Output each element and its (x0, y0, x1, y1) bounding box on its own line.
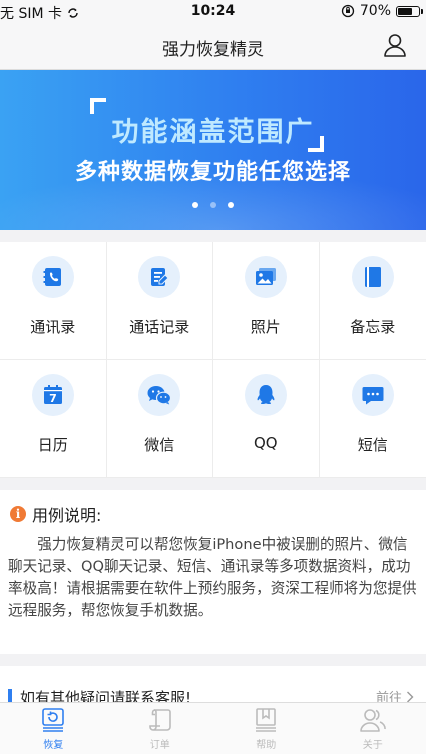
feature-label: QQ (253, 434, 278, 452)
tab-label: 订单 (149, 740, 170, 751)
tab-recover[interactable]: 恢复 (0, 703, 107, 754)
call-log-icon (151, 268, 169, 286)
help-icon (256, 708, 277, 732)
contact-go-link[interactable]: 前往 (376, 687, 414, 702)
feature-grid: 通讯录 通话记录 照片 备忘录 7 日历 微信 QQ 短信 (0, 242, 426, 478)
battery-fill (398, 7, 412, 15)
navigation-bar: 强力恢复精灵 (0, 22, 426, 70)
feature-label: 照片 (250, 318, 281, 336)
status-bar: 无 SIM 卡 10:24 70% (0, 0, 426, 22)
chevron-right-icon (407, 691, 414, 702)
orientation-lock-icon (341, 4, 355, 18)
battery-icon (396, 5, 423, 17)
feature-label: 备忘录 (350, 318, 396, 336)
calendar-icon: 7 (43, 385, 62, 405)
feature-label: 通讯录 (30, 318, 76, 336)
description-heading: 用例说明: (32, 506, 102, 525)
feature-qq[interactable]: QQ (213, 360, 320, 478)
sms-icon (362, 387, 384, 405)
user-button[interactable] (382, 32, 408, 58)
feature-wechat[interactable]: 微信 (106, 360, 213, 478)
feature-calendar[interactable]: 7 日历 (0, 360, 107, 478)
wechat-icon (147, 386, 172, 405)
description-header: i 用例说明: (10, 502, 418, 526)
feature-notes[interactable]: 备忘录 (319, 242, 426, 360)
feature-label: 通话记录 (129, 318, 190, 336)
tab-label: 恢复 (43, 740, 64, 751)
banner-dot[interactable] (228, 202, 234, 208)
tab-orders[interactable]: 订单 (107, 703, 214, 754)
tab-bar: 恢复 订单 帮助 关于 (0, 702, 426, 754)
battery-percent: 70% (359, 3, 391, 19)
qq-icon (257, 385, 275, 405)
contact-text: 如有其他疑问请联系客服! (20, 689, 192, 702)
tab-label: 关于 (362, 740, 383, 751)
feature-call-log[interactable]: 通话记录 (106, 242, 213, 360)
banner-subtitle: 多种数据恢复功能任您选择 (74, 160, 351, 185)
page-title: 强力恢复精灵 (162, 40, 264, 60)
tab-about[interactable]: 关于 (320, 703, 426, 754)
contacts-icon (43, 268, 61, 286)
feature-label: 日历 (37, 436, 68, 454)
notes-icon (364, 267, 381, 287)
contact-accent-bar (8, 689, 12, 702)
contact-support-row[interactable]: 如有其他疑问请联系客服! 前往 (0, 666, 426, 702)
tab-label: 帮助 (256, 740, 277, 751)
description-body: 强力恢复精灵可以帮您恢复iPhone中被误删的照片、微信聊天记录、QQ聊天记录、… (8, 536, 417, 619)
banner-dot[interactable] (210, 202, 216, 208)
feature-label: 短信 (357, 436, 388, 454)
info-icon: i (10, 506, 26, 522)
feature-sms[interactable]: 短信 (319, 360, 426, 478)
calendar-day: 7 (49, 392, 57, 405)
feature-contacts[interactable]: 通讯录 (0, 242, 107, 360)
about-icon (359, 709, 386, 732)
photos-icon (255, 268, 276, 285)
feature-label: 微信 (144, 436, 175, 454)
status-right: 70% (341, 3, 423, 19)
user-icon (384, 34, 406, 57)
feature-photos[interactable]: 照片 (213, 242, 320, 360)
promo-banner[interactable]: 功能涵盖范围广 多种数据恢复功能任您选择 (0, 70, 426, 230)
banner-title: 功能涵盖范围广 (111, 117, 315, 148)
banner-pagination[interactable] (0, 202, 426, 208)
tab-help[interactable]: 帮助 (213, 703, 320, 754)
contact-link-label: 前往 (375, 691, 402, 702)
banner-dot[interactable] (192, 202, 198, 208)
usage-description: i 用例说明: 强力恢复精灵可以帮您恢复iPhone中被误删的照片、微信聊天记录… (0, 490, 426, 654)
recover-icon (42, 708, 65, 732)
orders-icon (148, 709, 171, 731)
